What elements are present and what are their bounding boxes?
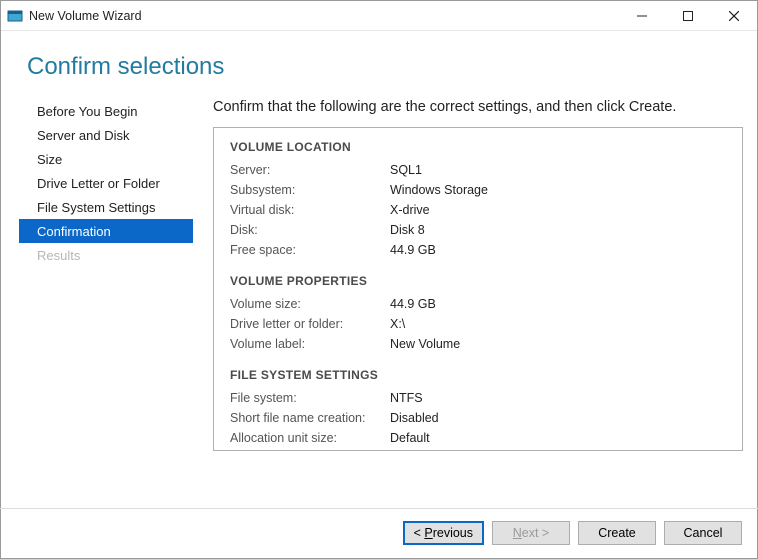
sidebar-item-label: Drive Letter or Folder [37,176,160,191]
page-title: Confirm selections [1,31,757,89]
row-volume-size: Volume size:44.9 GB [230,294,726,314]
label-short-file-name: Short file name creation: [230,408,390,428]
row-drive-letter: Drive letter or folder:X:\ [230,314,726,334]
create-button[interactable]: Create [578,521,656,545]
titlebar: New Volume Wizard [1,1,757,31]
section-header-properties: VOLUME PROPERTIES [230,274,726,288]
sidebar-item-before-you-begin[interactable]: Before You Begin [19,99,193,123]
sidebar-item-label: Results [37,248,80,263]
cancel-button[interactable]: Cancel [664,521,742,545]
row-server: Server:SQL1 [230,160,726,180]
main-panel: Confirm that the following are the corre… [193,95,743,451]
label-server: Server: [230,160,390,180]
sidebar-item-size[interactable]: Size [19,147,193,171]
wizard-steps-sidebar: Before You Begin Server and Disk Size Dr… [19,95,193,451]
minimize-button[interactable] [619,1,665,31]
maximize-button[interactable] [665,1,711,31]
value-disk: Disk 8 [390,220,425,240]
value-drive-letter: X:\ [390,314,405,334]
section-header-filesystem: FILE SYSTEM SETTINGS [230,368,726,382]
row-free-space: Free space:44.9 GB [230,240,726,260]
value-file-system: NTFS [390,388,423,408]
sidebar-item-label: Confirmation [37,224,111,239]
sidebar-item-confirmation[interactable]: Confirmation [19,219,193,243]
sidebar-item-label: File System Settings [37,200,156,215]
value-subsystem: Windows Storage [390,180,488,200]
previous-button[interactable]: < Previous [403,521,484,545]
label-volume-label: Volume label: [230,334,390,354]
sidebar-item-label: Size [37,152,62,167]
label-allocation-unit: Allocation unit size: [230,428,390,448]
button-separator [0,508,758,509]
row-volume-label: Volume label:New Volume [230,334,726,354]
label-disk: Disk: [230,220,390,240]
value-virtual-disk: X-drive [390,200,430,220]
label-free-space: Free space: [230,240,390,260]
value-allocation-unit: Default [390,428,430,448]
instruction-text: Confirm that the following are the corre… [213,99,743,115]
value-server: SQL1 [390,160,422,180]
close-button[interactable] [711,1,757,31]
window-title: New Volume Wizard [29,9,142,23]
label-virtual-disk: Virtual disk: [230,200,390,220]
sidebar-item-file-system-settings[interactable]: File System Settings [19,195,193,219]
confirmation-details: VOLUME LOCATION Server:SQL1 Subsystem:Wi… [213,127,743,451]
sidebar-item-label: Server and Disk [37,128,129,143]
sidebar-item-server-and-disk[interactable]: Server and Disk [19,123,193,147]
value-short-file-name: Disabled [390,408,439,428]
row-file-system: File system:NTFS [230,388,726,408]
label-volume-size: Volume size: [230,294,390,314]
sidebar-item-results: Results [19,243,193,267]
label-subsystem: Subsystem: [230,180,390,200]
row-subsystem: Subsystem:Windows Storage [230,180,726,200]
value-free-space: 44.9 GB [390,240,436,260]
label-file-system: File system: [230,388,390,408]
next-button: Next > [492,521,570,545]
sidebar-item-drive-letter[interactable]: Drive Letter or Folder [19,171,193,195]
wizard-button-row: < Previous Next > Create Cancel [403,521,742,545]
row-allocation-unit: Allocation unit size:Default [230,428,726,448]
row-disk: Disk:Disk 8 [230,220,726,240]
value-volume-label: New Volume [390,334,460,354]
app-icon [7,8,23,24]
row-virtual-disk: Virtual disk:X-drive [230,200,726,220]
label-drive-letter: Drive letter or folder: [230,314,390,334]
section-header-location: VOLUME LOCATION [230,140,726,154]
sidebar-item-label: Before You Begin [37,104,137,119]
row-short-file-name: Short file name creation:Disabled [230,408,726,428]
value-volume-size: 44.9 GB [390,294,436,314]
